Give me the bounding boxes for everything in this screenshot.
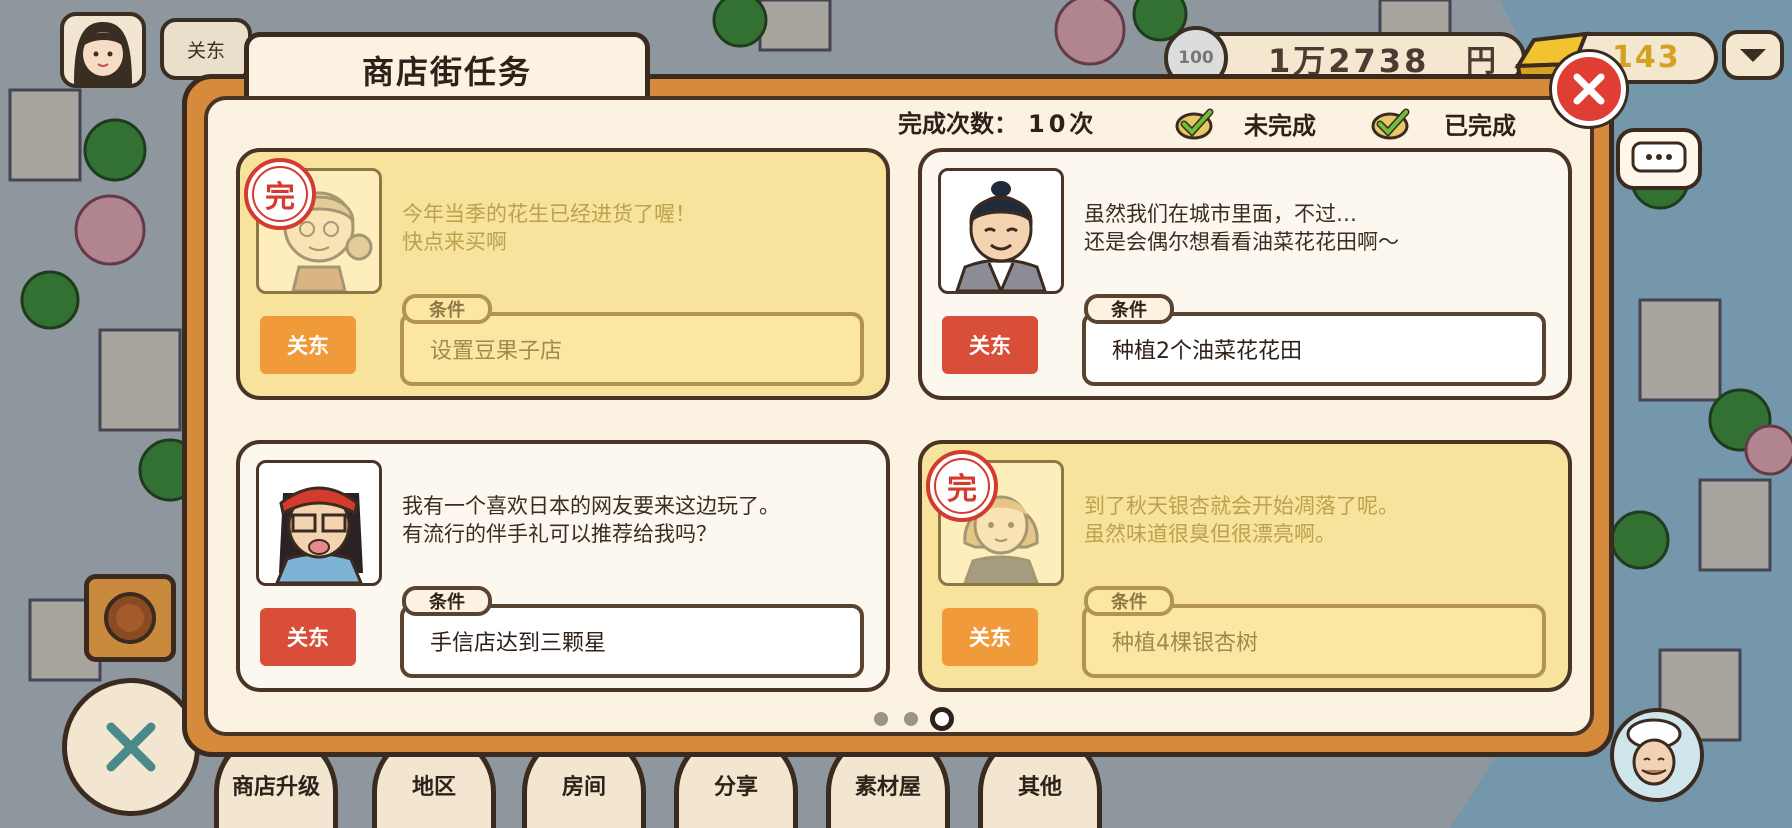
condition-label: 条件: [1084, 586, 1174, 616]
quest-card[interactable]: 虽然我们在城市里面，不过… 还是会偶尔想看看油菜花花田啊～ 关东 种植2个油菜花…: [918, 148, 1572, 400]
nav-label: 其他: [1017, 775, 1062, 800]
dialog-close-button[interactable]: [1552, 52, 1626, 126]
dialog-title-tab: 商店街任务: [244, 32, 650, 102]
nav-label: 房间: [561, 775, 606, 800]
player-avatar[interactable]: [60, 12, 146, 88]
region-label: 关东: [186, 39, 225, 62]
item-button[interactable]: [84, 574, 176, 662]
legend-incomplete: 未完成: [1244, 112, 1316, 140]
condition-label: 条件: [402, 586, 492, 616]
coin-label: 100: [1178, 48, 1214, 68]
quest-card[interactable]: 完 到了秋天银杏就会开始凋落了呢。 虽然味道很臭但很漂亮啊。 关东 种植4棵银杏…: [918, 440, 1572, 692]
region-tag: 关东: [942, 608, 1038, 666]
completed-stamp-label: 完: [947, 472, 977, 507]
nav-label: 素材屋: [854, 775, 921, 800]
completion-count-label: 完成次数：: [898, 110, 1018, 138]
chat-bubble-icon: [1631, 141, 1687, 173]
bandana-man-portrait: [256, 460, 382, 586]
legend-complete: 已完成: [1444, 112, 1516, 140]
condition-label: 条件: [1084, 294, 1174, 324]
close-icon: [106, 722, 156, 772]
region-tag: 关东: [260, 316, 356, 374]
chat-button[interactable]: [1616, 128, 1702, 190]
quest-message: 今年当季的花生已经进货了喔！ 快点来买啊: [402, 202, 696, 254]
nav-label: 地区: [411, 775, 456, 800]
page-dot-1[interactable]: [874, 712, 888, 726]
kimono-man-portrait: [938, 168, 1064, 294]
completion-count-value: 10次: [1028, 110, 1098, 138]
checkmark-icon: [1371, 108, 1410, 140]
completed-stamp: 完: [244, 158, 316, 230]
page-dot-2[interactable]: [904, 712, 918, 726]
chef-face-icon: [1626, 718, 1682, 786]
dialog-title: 商店街任务: [361, 52, 532, 91]
quest-card[interactable]: 完 今年当季的花生已经进货了喔！ 快点来买啊 关东 设置豆果子店 条件: [236, 148, 890, 400]
quest-condition-text: 手信店达到三颗星: [430, 631, 607, 656]
region-button[interactable]: 关东: [160, 18, 252, 80]
bean-cake-icon: [104, 592, 156, 644]
page-dot-3[interactable]: [930, 707, 954, 731]
quest-condition-text: 种植2个油菜花花田: [1112, 339, 1302, 364]
quest-message: 虽然我们在城市里面，不过… 还是会偶尔想看看油菜花花田啊～: [1084, 202, 1399, 254]
close-menu-button[interactable]: [62, 678, 200, 816]
close-icon: [1573, 73, 1605, 105]
hud-menu-button[interactable]: [1722, 30, 1784, 80]
completed-stamp-label: 完: [265, 180, 295, 215]
quest-message: 我有一个喜欢日本的网友要来这边玩了。 有流行的伴手礼可以推荐给我吗？: [402, 494, 780, 546]
quest-condition-text: 种植4棵银杏树: [1112, 631, 1258, 656]
region-tag: 关东: [942, 316, 1038, 374]
chevron-down-icon: [1740, 48, 1766, 62]
player-face-icon: [74, 22, 132, 84]
shopkeeper-avatar[interactable]: [1610, 708, 1704, 802]
quest-message: 到了秋天银杏就会开始凋落了呢。 虽然味道很臭但很漂亮啊。: [1084, 494, 1399, 546]
completion-count: 完成次数： 10次: [898, 104, 1097, 139]
quest-condition-text: 设置豆果子店: [430, 339, 563, 364]
nav-label: 分享: [713, 775, 758, 800]
quest-card[interactable]: 我有一个喜欢日本的网友要来这边玩了。 有流行的伴手礼可以推荐给我吗？ 关东 手信…: [236, 440, 890, 692]
completed-stamp: 完: [926, 450, 998, 522]
region-tag: 关东: [260, 608, 356, 666]
nav-label: 商店升级: [231, 775, 320, 800]
checkmark-icon: [1175, 108, 1214, 140]
condition-label: 条件: [402, 294, 492, 324]
gold-value: 143: [1612, 40, 1681, 75]
